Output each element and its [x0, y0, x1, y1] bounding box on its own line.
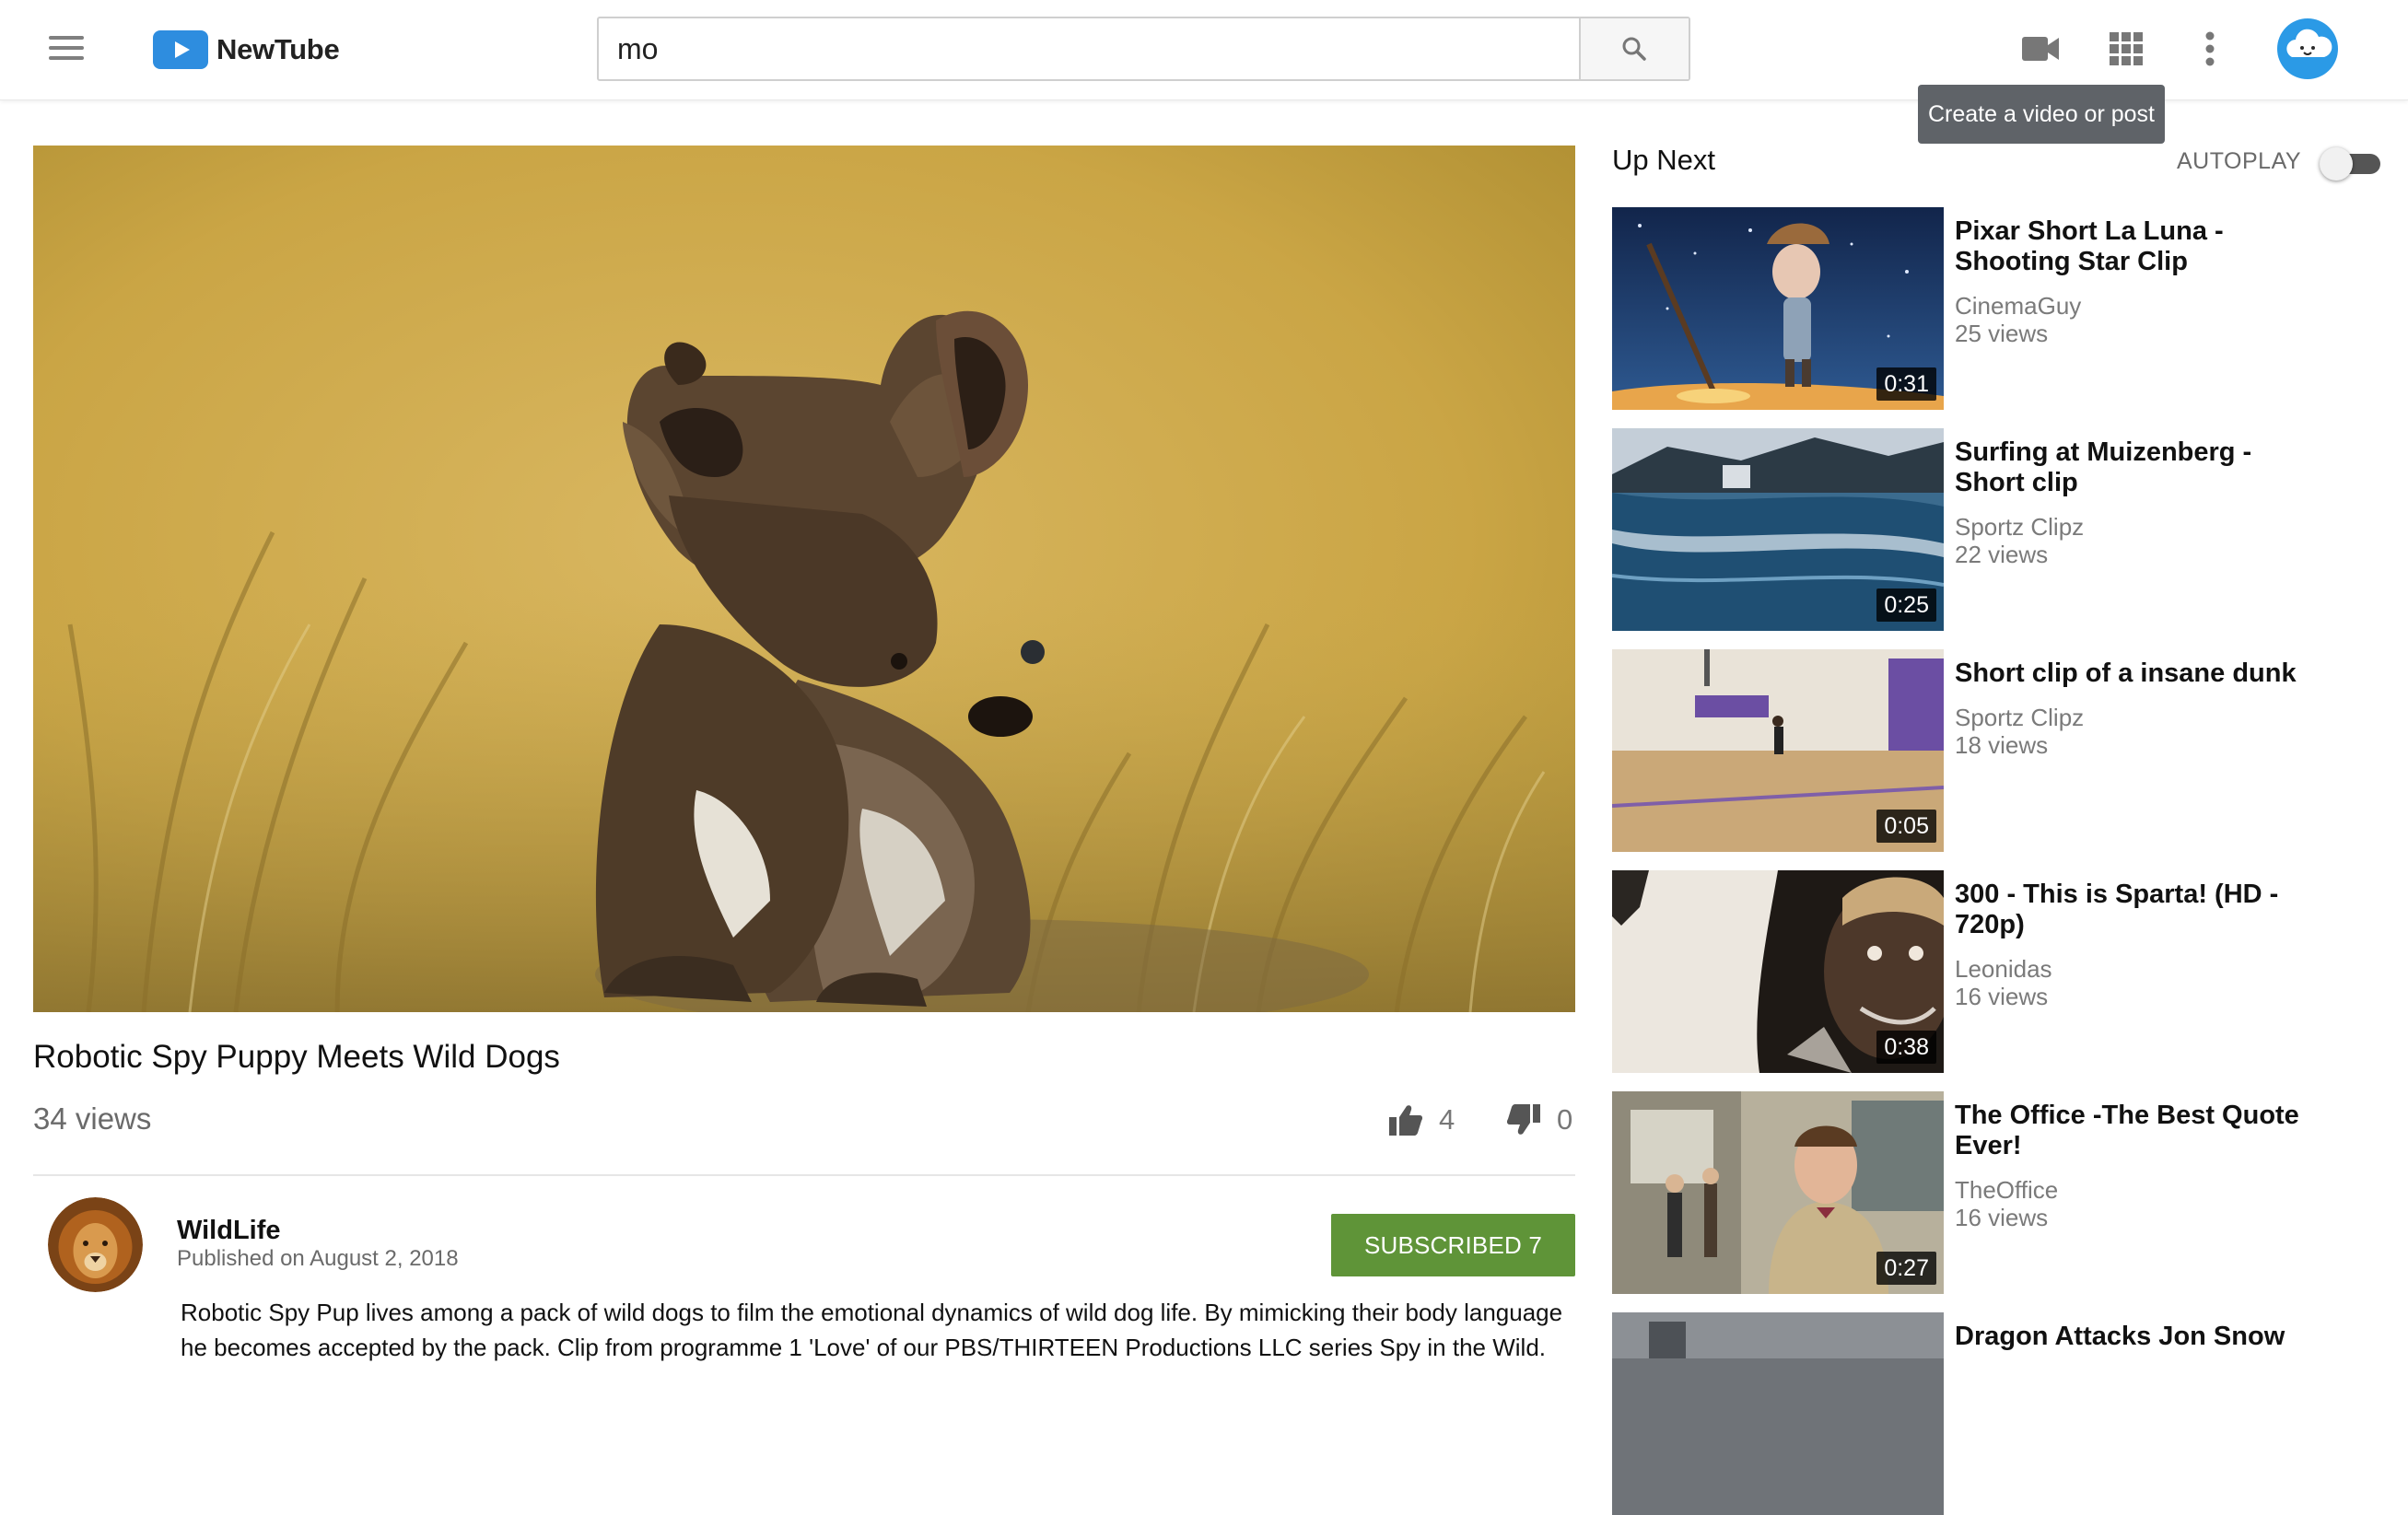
channel-name[interactable]: Sportz Clipz	[1955, 513, 2084, 542]
user-avatar[interactable]	[2277, 18, 2338, 79]
channel-name[interactable]: TheOffice	[1955, 1176, 2058, 1205]
video-thumbnail[interactable]: 0:05	[1612, 649, 1944, 852]
duration-badge: 0:38	[1876, 1031, 1936, 1064]
thumbs-up-icon	[1389, 1105, 1422, 1136]
divider	[33, 1174, 1575, 1176]
video-thumbnail[interactable]: 0:31	[1612, 207, 1944, 410]
up-next-item[interactable]: 0:31 Pixar Short La Luna - Shooting Star…	[1612, 207, 2408, 410]
view-count: 25 views	[1955, 320, 2049, 347]
autoplay-toggle[interactable]	[2320, 147, 2382, 181]
up-next-item[interactable]: 0:25 Surfing at Muizenberg - Short clip …	[1612, 428, 2408, 631]
up-next-item[interactable]: 0:05 Short clip of a insane dunk Sportz …	[1612, 649, 2408, 852]
search-input[interactable]	[599, 18, 1581, 79]
create-video-tooltip: Create a video or post	[1918, 85, 2165, 144]
search-button[interactable]	[1579, 18, 1689, 79]
autoplay-label: AUTOPLAY	[2177, 148, 2302, 174]
channel-name[interactable]: Leonidas	[1955, 955, 2052, 984]
video-frame-wild-dog-pup	[33, 146, 1575, 1012]
up-next-item[interactable]: 0:38 300 - This is Sparta! (HD - 720p) L…	[1612, 870, 2408, 1073]
apps-grid-icon[interactable]	[2110, 32, 2143, 65]
up-next-item[interactable]: Dragon Attacks Jon Snow	[1612, 1312, 2408, 1515]
video-title[interactable]: 300 - This is Sparta! (HD - 720p)	[1955, 880, 2323, 940]
lion-avatar-icon	[48, 1197, 143, 1292]
like-button[interactable]: 4	[1389, 1098, 1455, 1142]
thumbs-down-icon	[1507, 1104, 1540, 1135]
subscribe-button[interactable]: SUBSCRIBED 7	[1331, 1214, 1575, 1276]
video-player[interactable]	[33, 146, 1575, 1012]
play-logo-icon	[153, 30, 208, 69]
video-camera-icon[interactable]	[2020, 31, 2061, 66]
duration-badge: 0:25	[1876, 589, 1936, 622]
view-count: 34 views	[33, 1101, 152, 1136]
video-thumbnail[interactable]: 0:27	[1612, 1091, 1944, 1294]
video-title[interactable]: The Office -The Best Quote Ever!	[1955, 1101, 2323, 1161]
video-description: Robotic Spy Pup lives among a pack of wi…	[181, 1299, 1563, 1361]
channel-name[interactable]: CinemaGuy	[1955, 292, 2081, 320]
search-bar	[597, 17, 1690, 81]
search-icon	[1622, 37, 1646, 61]
video-title: Robotic Spy Puppy Meets Wild Dogs	[33, 1039, 560, 1075]
view-count: 16 views	[1955, 983, 2049, 1010]
more-vert-icon[interactable]	[2204, 31, 2215, 66]
video-thumbnail[interactable]	[1612, 1312, 1944, 1515]
video-thumbnail[interactable]: 0:25	[1612, 428, 1944, 631]
up-next-heading: Up Next	[1612, 144, 1715, 176]
duration-badge: 0:05	[1876, 810, 1936, 843]
view-count: 18 views	[1955, 731, 2049, 759]
toggle-knob	[2320, 147, 2353, 181]
channel-name[interactable]: Sportz Clipz	[1955, 704, 2084, 732]
video-title[interactable]: Dragon Attacks Jon Snow	[1955, 1322, 2323, 1352]
dislike-count: 0	[1557, 1103, 1573, 1136]
view-count: 16 views	[1955, 1204, 2049, 1231]
dislike-button[interactable]: 0	[1507, 1098, 1572, 1142]
cloud-avatar-icon	[2286, 29, 2332, 57]
duration-badge: 0:27	[1876, 1252, 1936, 1285]
channel-avatar[interactable]	[48, 1197, 143, 1292]
duration-badge: 0:31	[1876, 367, 1936, 401]
view-count: 22 views	[1955, 541, 2049, 568]
app-name: NewTube	[216, 33, 340, 65]
channel-name[interactable]: WildLife	[177, 1216, 281, 1246]
video-thumbnail[interactable]: 0:38	[1612, 870, 1944, 1073]
like-count: 4	[1439, 1103, 1455, 1136]
publish-date: Published on August 2, 2018	[177, 1246, 459, 1271]
newtube-logo[interactable]: NewTube	[153, 30, 340, 69]
thumbnail-dragon	[1612, 1312, 1944, 1515]
video-title[interactable]: Surfing at Muizenberg - Short clip	[1955, 437, 2323, 498]
video-title[interactable]: Pixar Short La Luna - Shooting Star Clip	[1955, 216, 2323, 277]
up-next-item[interactable]: 0:27 The Office -The Best Quote Ever! Th…	[1612, 1091, 2408, 1294]
video-title[interactable]: Short clip of a insane dunk	[1955, 658, 2323, 689]
menu-icon[interactable]	[49, 34, 84, 62]
